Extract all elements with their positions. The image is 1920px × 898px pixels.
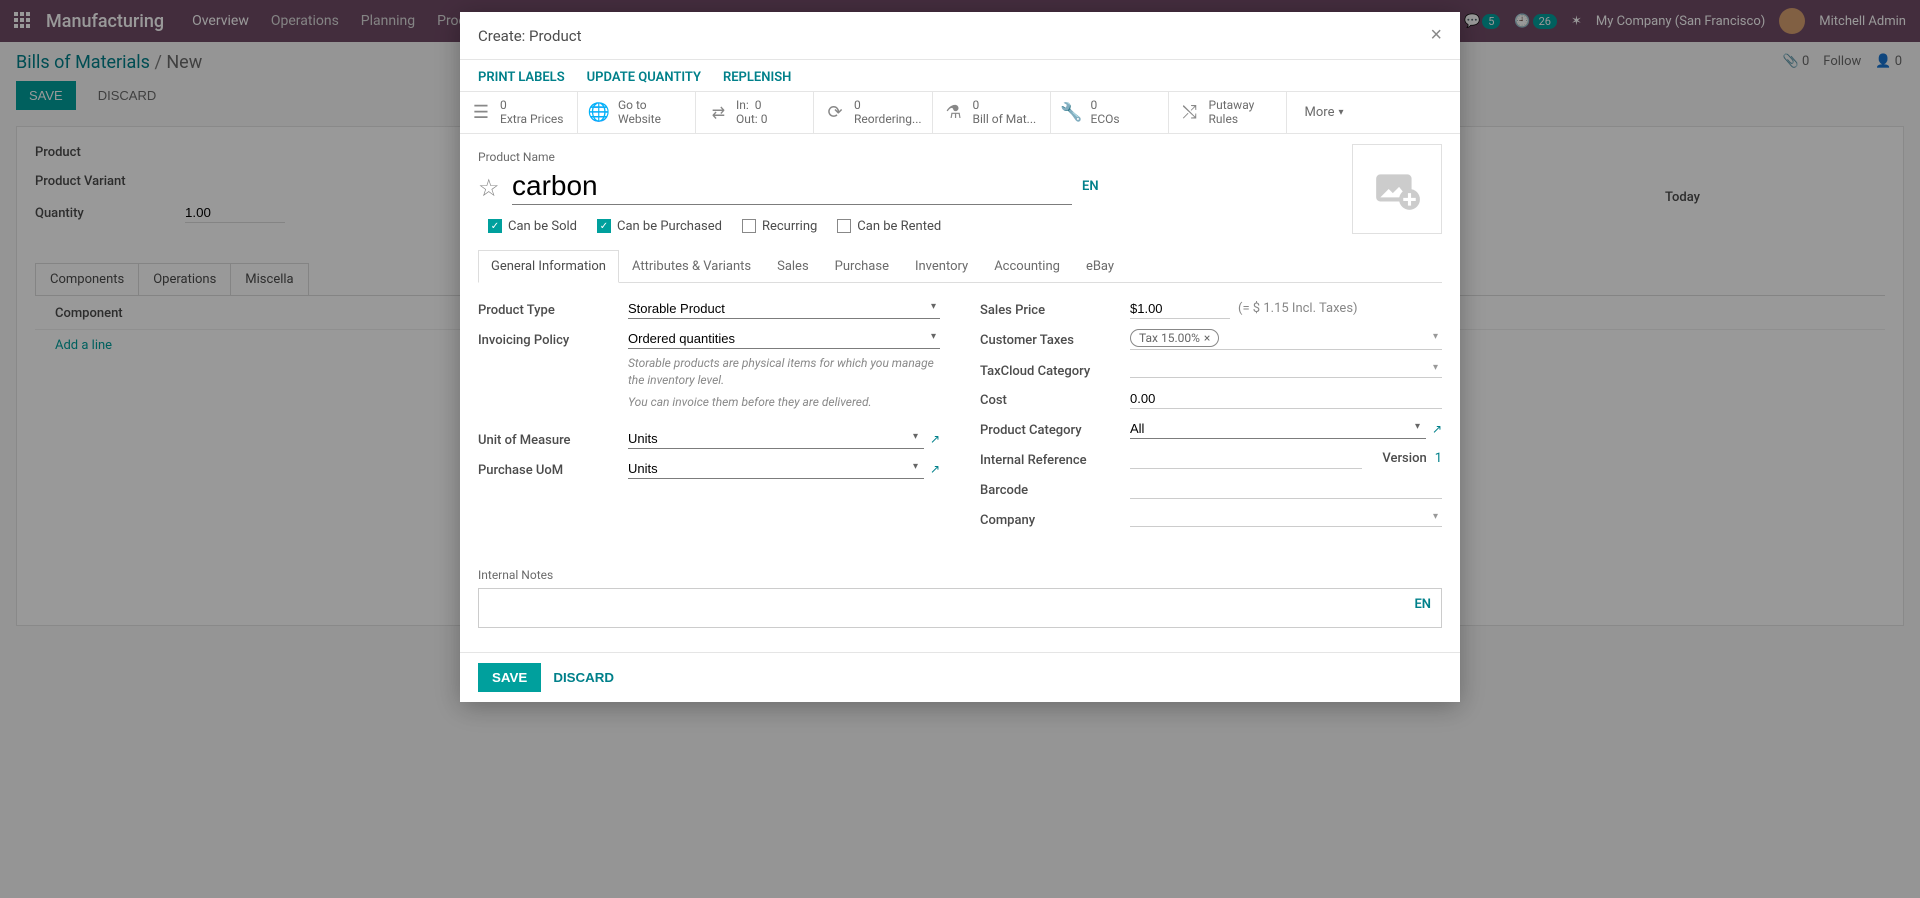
tab-inventory[interactable]: Inventory <box>902 250 981 282</box>
replenish-link[interactable]: REPLENISH <box>723 70 791 85</box>
stat-website[interactable]: 🌐 Go toWebsite <box>578 92 696 133</box>
internal-ref-input[interactable] <box>1130 449 1362 469</box>
purchase-uom-label: Purchase UoM <box>478 459 628 478</box>
lang-badge[interactable]: EN <box>1082 179 1099 194</box>
puom-external-link-icon[interactable]: ↗ <box>930 462 940 476</box>
barcode-label: Barcode <box>980 479 1130 498</box>
can-be-purchased-checkbox[interactable]: ✓Can be Purchased <box>597 219 722 234</box>
update-quantity-link[interactable]: UPDATE QUANTITY <box>587 70 701 85</box>
refresh-icon: ⟳ <box>824 101 846 123</box>
modal-title: Create: Product <box>478 27 581 45</box>
customer-taxes-field[interactable]: Tax 15.00% × <box>1130 329 1442 350</box>
stat-bom[interactable]: ⚗ 0Bill of Mat... <box>933 92 1051 133</box>
internal-ref-label: Internal Reference <box>980 449 1130 468</box>
category-external-link-icon[interactable]: ↗ <box>1432 422 1442 436</box>
taxcloud-label: TaxCloud Category <box>980 360 1130 379</box>
sales-price-label: Sales Price <box>980 299 1130 318</box>
stat-ecos[interactable]: 🔧 0ECOs <box>1051 92 1169 133</box>
invoice-policy-select[interactable] <box>628 329 940 349</box>
tab-accounting[interactable]: Accounting <box>981 250 1073 282</box>
help-invoice: You can invoice them before they are del… <box>628 394 940 411</box>
sales-price-input[interactable] <box>1130 299 1230 319</box>
customer-taxes-label: Customer Taxes <box>980 329 1130 348</box>
product-category-label: Product Category <box>980 419 1130 438</box>
price-incl-note: (= $ 1.15 Incl. Taxes) <box>1238 301 1358 316</box>
product-name-input[interactable] <box>512 168 1072 205</box>
chevron-down-icon: ▾ <box>1338 107 1343 118</box>
product-type-select[interactable] <box>628 299 940 319</box>
tab-ebay[interactable]: eBay <box>1073 250 1127 282</box>
tab-general[interactable]: General Information <box>478 250 619 283</box>
tax-tag[interactable]: Tax 15.00% × <box>1130 329 1219 347</box>
tab-sales[interactable]: Sales <box>764 250 822 282</box>
barcode-input[interactable] <box>1130 479 1442 499</box>
uom-external-link-icon[interactable]: ↗ <box>930 432 940 446</box>
modal-overlay: Create: Product × PRINT LABELS UPDATE QU… <box>0 0 1920 898</box>
create-product-modal: Create: Product × PRINT LABELS UPDATE QU… <box>460 12 1460 702</box>
can-be-rented-checkbox[interactable]: Can be Rented <box>837 219 941 234</box>
print-labels-link[interactable]: PRINT LABELS <box>478 70 565 85</box>
stat-more[interactable]: More ▾ <box>1287 92 1362 133</box>
modal-discard-button[interactable]: DISCARD <box>553 663 614 692</box>
product-category-select[interactable] <box>1130 419 1426 439</box>
internal-notes-label: Internal Notes <box>478 568 1442 582</box>
stat-buttons: ☰ 0Extra Prices 🌐 Go toWebsite ⇄ In: 0 O… <box>460 91 1460 134</box>
product-tabs: General Information Attributes & Variant… <box>478 250 1442 283</box>
help-storable: Storable products are physical items for… <box>628 355 940 389</box>
invoice-policy-label: Invoicing Policy <box>478 329 628 348</box>
stat-inout[interactable]: ⇄ In: 0 Out: 0 <box>696 92 814 133</box>
tab-attributes[interactable]: Attributes & Variants <box>619 250 764 282</box>
stat-reordering[interactable]: ⟳ 0Reordering... <box>814 92 933 133</box>
version-value: 1 <box>1435 451 1442 466</box>
list-icon: ☰ <box>470 101 492 123</box>
shuffle-icon: ⤭ <box>1179 101 1201 123</box>
stat-putaway[interactable]: ⤭ PutawayRules <box>1169 92 1287 133</box>
globe-icon: 🌐 <box>588 101 610 123</box>
product-type-label: Product Type <box>478 299 628 318</box>
internal-notes-input[interactable]: EN <box>478 588 1442 628</box>
modal-save-button[interactable]: SAVE <box>478 663 541 692</box>
product-name-label: Product Name <box>478 150 1442 164</box>
version-label: Version <box>1382 451 1426 466</box>
purchase-uom-select[interactable] <box>628 459 924 479</box>
transfer-icon: ⇄ <box>706 101 728 123</box>
cost-input[interactable] <box>1130 389 1442 409</box>
favorite-star-icon[interactable]: ☆ <box>478 174 502 198</box>
notes-lang-badge[interactable]: EN <box>1414 597 1431 612</box>
uom-select[interactable] <box>628 429 924 449</box>
cost-label: Cost <box>980 389 1130 408</box>
taxcloud-select[interactable] <box>1130 360 1442 378</box>
product-image-placeholder[interactable] <box>1352 144 1442 234</box>
wrench-icon: 🔧 <box>1061 101 1083 123</box>
tab-purchase[interactable]: Purchase <box>822 250 902 282</box>
flask-icon: ⚗ <box>943 101 965 123</box>
tag-remove-icon[interactable]: × <box>1204 331 1210 345</box>
company-label: Company <box>980 509 1130 528</box>
can-be-sold-checkbox[interactable]: ✓Can be Sold <box>488 219 577 234</box>
uom-label: Unit of Measure <box>478 429 628 448</box>
recurring-checkbox[interactable]: Recurring <box>742 219 817 234</box>
stat-extra-prices[interactable]: ☰ 0Extra Prices <box>460 92 578 133</box>
close-icon[interactable]: × <box>1430 24 1442 47</box>
company-select[interactable] <box>1130 509 1442 527</box>
